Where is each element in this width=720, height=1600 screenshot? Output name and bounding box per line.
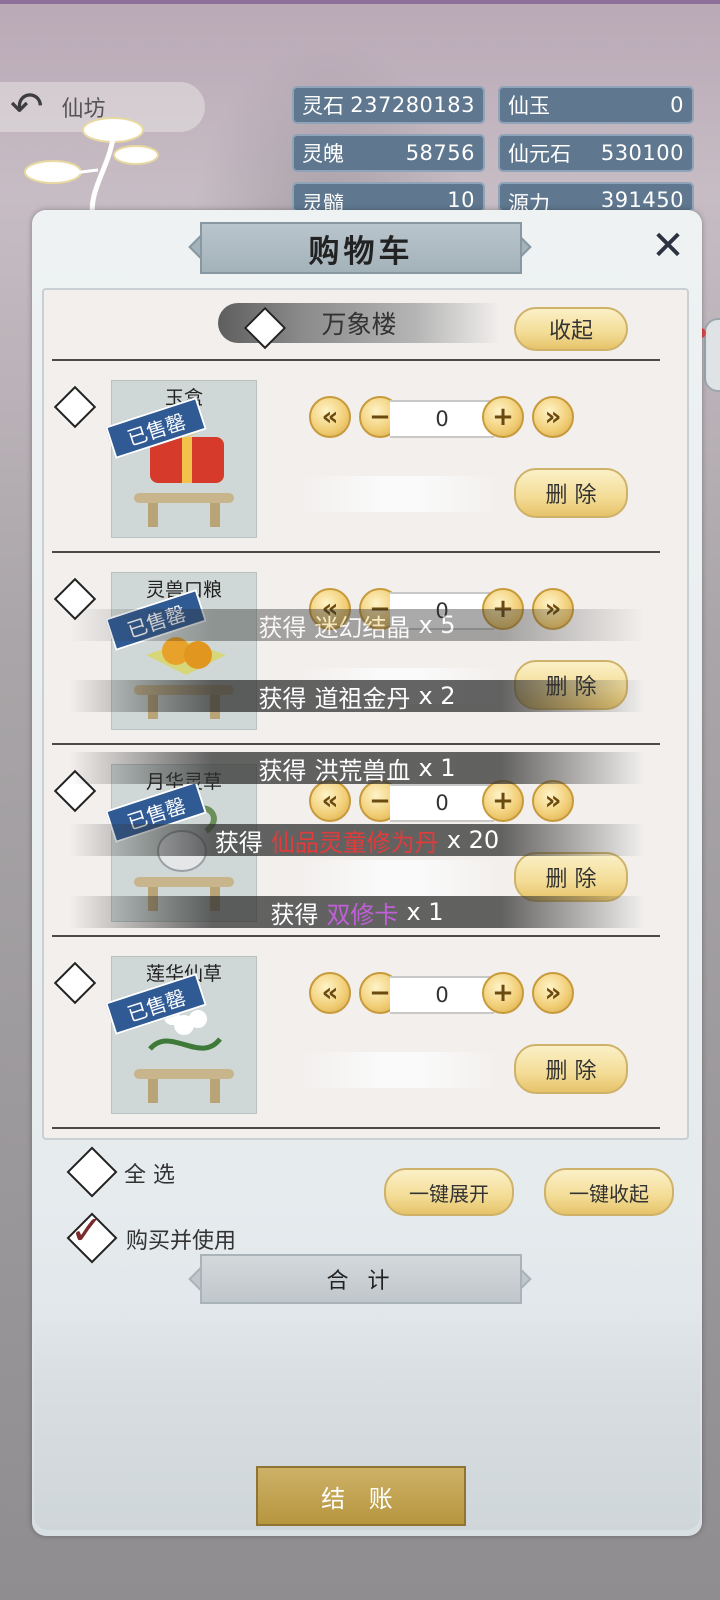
reward-toast: 获得 道祖金丹 x 2 [70, 680, 644, 713]
toast-prefix: 获得 [258, 684, 307, 713]
currency-value: 58756 [405, 141, 475, 165]
toast-item: 道祖金丹 [314, 684, 411, 713]
quantity-field[interactable]: 0 [390, 400, 494, 438]
toast-prefix: 获得 [258, 613, 307, 642]
close-x-icon[interactable]: ✕ [646, 224, 690, 268]
double-chevron-right-icon[interactable]: » [532, 780, 574, 822]
collapse-all-button[interactable]: 一键收起 [544, 1168, 674, 1216]
item-image[interactable]: 玉盒 已售罄 [105, 380, 257, 538]
currency-xianyu: 仙玉 0 [498, 86, 694, 124]
toast-count: x 1 [406, 898, 444, 926]
divider [52, 551, 660, 553]
price-placeholder [300, 1052, 500, 1088]
currency-xianyuanshi: 仙元石 530100 [498, 134, 694, 172]
total-label: 合 计 [200, 1254, 522, 1304]
reward-toast: 获得 仙品灵童修为丹 x 20 [70, 824, 644, 857]
double-chevron-right-icon[interactable]: » [532, 396, 574, 438]
reward-toast: 获得 洪荒兽血 x 1 [70, 752, 644, 785]
shop-collapse-button[interactable]: 收起 [514, 307, 628, 351]
currency-value: 391450 [600, 188, 684, 212]
currency-yuanli: 源力 391450 [498, 182, 694, 212]
top-strip [0, 0, 720, 4]
currency-name: 仙玉 [508, 94, 550, 118]
select-all-label: 全 选 [124, 1163, 175, 1188]
toast-count: x 1 [418, 754, 456, 782]
price-placeholder [300, 860, 500, 896]
expand-all-button[interactable]: 一键展开 [384, 1168, 514, 1216]
quantity-field[interactable]: 0 [390, 784, 494, 822]
plus-icon[interactable]: + [482, 780, 524, 822]
currency-value: 10 [447, 188, 475, 212]
double-chevron-right-icon[interactable]: » [532, 972, 574, 1014]
double-chevron-left-icon[interactable]: « [309, 396, 351, 438]
reward-toast: 获得 迷幻结晶 x 5 [70, 609, 644, 642]
display-stand-icon [134, 493, 234, 527]
currency-lingsui: 灵髓 10 [292, 182, 485, 212]
currency-lingpo: 灵魄 58756 [292, 134, 485, 172]
divider [52, 935, 660, 937]
cart-title: 购物车 [200, 222, 522, 274]
toast-prefix: 获得 [214, 828, 263, 857]
item-image[interactable]: 莲华仙草 已售罄 [105, 956, 257, 1114]
toast-item: 仙品灵童修为丹 [270, 828, 439, 857]
plus-icon[interactable]: + [482, 972, 524, 1014]
side-tab-button[interactable] [704, 318, 720, 392]
reward-toast: 获得 双修卡 x 1 [70, 896, 644, 929]
delete-button[interactable]: 删 除 [514, 852, 628, 902]
currency-name: 灵髓 [302, 192, 344, 212]
toast-item: 双修卡 [326, 900, 399, 929]
display-stand-icon [134, 1069, 234, 1103]
divider [52, 1127, 660, 1129]
currency-name: 灵魄 [302, 142, 344, 166]
currency-name: 源力 [508, 192, 550, 212]
price-placeholder [300, 476, 500, 512]
quantity-field[interactable]: 0 [390, 976, 494, 1014]
toast-item: 迷幻结晶 [314, 613, 411, 642]
currency-lingshi: 灵石 237280183 [292, 86, 485, 124]
buy-and-use-label: 购买并使用 [126, 1229, 237, 1254]
toast-count: x 20 [446, 826, 500, 854]
toast-count: x 2 [418, 682, 456, 710]
checkmark-icon: ✓ [70, 1208, 104, 1254]
currency-value: 0 [670, 93, 684, 117]
currency-value: 530100 [600, 141, 684, 165]
currency-value: 237280183 [350, 93, 475, 117]
cloud-tree-decoration-icon [24, 117, 159, 220]
toast-count: x 5 [418, 611, 456, 639]
currency-name: 仙元石 [508, 142, 571, 166]
toast-item: 洪荒兽血 [314, 756, 411, 785]
plus-icon[interactable]: + [482, 396, 524, 438]
delete-button[interactable]: 删 除 [514, 1044, 628, 1094]
double-chevron-left-icon[interactable]: « [309, 972, 351, 1014]
currency-name: 灵石 [302, 94, 344, 118]
toast-prefix: 获得 [258, 756, 307, 785]
divider [52, 743, 660, 745]
divider [52, 359, 660, 361]
checkout-button[interactable]: 结 账 [256, 1466, 466, 1526]
delete-button[interactable]: 删 除 [514, 468, 628, 518]
toast-prefix: 获得 [270, 900, 319, 929]
double-chevron-left-icon[interactable]: « [309, 780, 351, 822]
